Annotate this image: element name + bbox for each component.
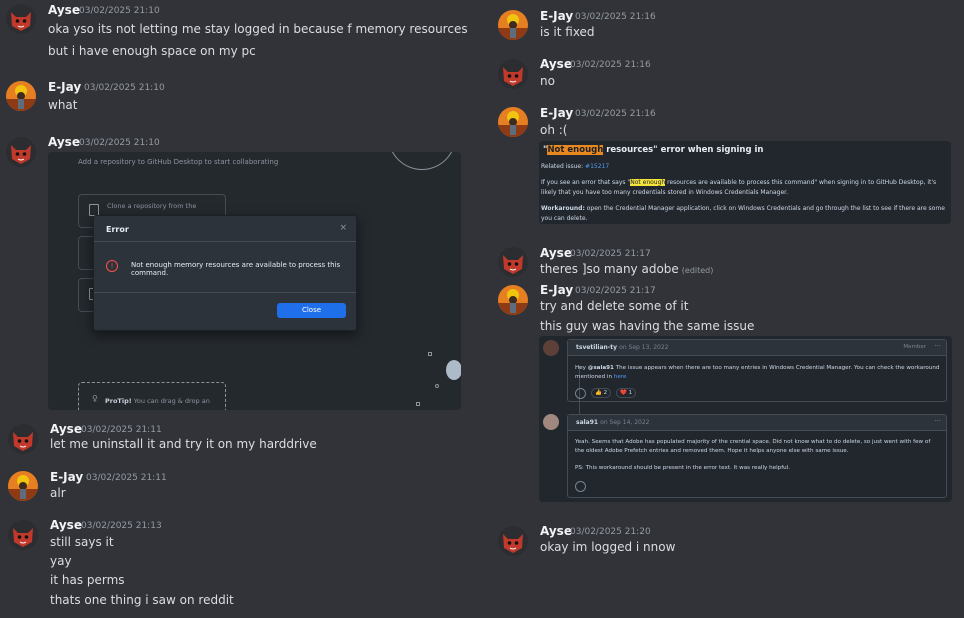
reaction-thumbs-up: 👍 2: [591, 388, 612, 398]
message-text: try and delete some of it: [540, 299, 689, 313]
timestamp: 03/02/2025 21:16: [575, 109, 656, 119]
dialog-close-button: Close: [277, 303, 346, 318]
error-dialog: Error × ! Not enough memory resources ar…: [93, 215, 357, 331]
timestamp: 03/02/2025 21:10: [79, 138, 160, 148]
message-text: alr: [50, 486, 66, 500]
message-text: thats one thing i saw on reddit: [50, 593, 234, 607]
message-text: no: [540, 74, 555, 88]
message-text: oh :(: [540, 123, 568, 137]
comment-author: sala91: [576, 419, 599, 426]
avatar: [543, 414, 559, 430]
avatar[interactable]: [6, 137, 36, 167]
close-icon: ×: [339, 223, 347, 233]
avatar[interactable]: [8, 520, 38, 550]
username[interactable]: Ayse: [540, 524, 572, 538]
username[interactable]: E-Jay: [48, 80, 81, 94]
timestamp: 03/02/2025 21:20: [570, 527, 651, 537]
message-text: it has perms: [50, 573, 125, 587]
username[interactable]: Ayse: [50, 518, 82, 532]
timestamp: 03/02/2025 21:16: [575, 12, 656, 22]
dialog-title: Error: [106, 225, 129, 234]
empty-state-hint: Add a repository to GitHub Desktop to st…: [78, 158, 279, 166]
decorative-square: [416, 402, 420, 406]
doc-title: "Not enough resources" error when signin…: [543, 145, 764, 155]
lightbulb-icon: ♀: [92, 394, 98, 403]
comment-body: Yeah. Seems that Adobe has populated maj…: [575, 439, 931, 454]
avatar[interactable]: [498, 107, 528, 137]
comment-body: Hey @sala91 The issue appears when there…: [575, 365, 940, 380]
username[interactable]: E-Jay: [540, 283, 573, 297]
message-text: let me uninstall it and try it on my har…: [50, 437, 317, 451]
more-icon: ···: [934, 342, 941, 350]
protip-box: ♀ ProTip! You can drag & drop an: [78, 382, 226, 410]
attachment-image-github-issue[interactable]: tsvetilian-ty on Sep 13, 2022 Member ···…: [539, 336, 952, 502]
timestamp: 03/02/2025 21:17: [575, 286, 656, 296]
username[interactable]: Ayse: [540, 246, 572, 260]
decorative-illustration: [388, 152, 456, 170]
message-text: yay: [50, 554, 72, 568]
username[interactable]: E-Jay: [540, 106, 573, 120]
avatar[interactable]: [8, 424, 38, 454]
timestamp: 03/02/2025 21:16: [570, 60, 651, 70]
related-issue: Related issue: #15217: [541, 163, 610, 170]
add-reaction-icon: [575, 388, 586, 399]
edited-label: (edited): [681, 266, 714, 275]
attachment-image-github-desktop[interactable]: Add a repository to GitHub Desktop to st…: [48, 152, 461, 410]
timestamp: 03/02/2025 21:11: [81, 425, 162, 435]
avatar[interactable]: [6, 81, 36, 111]
comment-date: on Sep 14, 2022: [600, 419, 650, 426]
workaround-paragraph: Workaround: open the Credential Manager …: [541, 205, 945, 222]
add-reaction-icon: [575, 481, 586, 492]
message-text: what: [48, 98, 78, 112]
timestamp: 03/02/2025 21:13: [81, 521, 162, 531]
message-text: but i have enough space on my pc: [48, 44, 256, 58]
message-text: is it fixed: [540, 25, 595, 39]
username[interactable]: E-Jay: [540, 9, 573, 23]
issue-comment: sala91 on Sep 14, 2022 ··· Yeah. Seems t…: [567, 414, 947, 498]
timestamp: 03/02/2025 21:10: [79, 6, 160, 16]
comment-author: tsvetilian-ty: [576, 344, 618, 351]
issue-comment: tsvetilian-ty on Sep 13, 2022 Member ···…: [567, 339, 947, 402]
message-text: this guy was having the same issue: [540, 319, 755, 333]
message-text: oka yso its not letting me stay logged i…: [48, 22, 468, 36]
message-text: okay im logged i nnow: [540, 540, 676, 554]
more-icon: ···: [934, 417, 941, 425]
attachment-image-error-doc[interactable]: "Not enough resources" error when signin…: [539, 141, 951, 224]
timestamp: 03/02/2025 21:11: [86, 473, 167, 483]
dialog-message: Not enough memory resources are availabl…: [131, 261, 341, 277]
error-icon: !: [106, 260, 118, 272]
reaction-heart: ❤️ 1: [616, 388, 637, 398]
avatar[interactable]: [498, 59, 528, 89]
protip-text: You can drag & drop an: [131, 397, 210, 405]
avatar[interactable]: [6, 4, 36, 34]
avatar[interactable]: [498, 10, 528, 40]
doc-paragraph: If you see an error that says "Not enoug…: [541, 179, 937, 196]
decorative-dot: [435, 384, 439, 388]
comment-date: on Sep 13, 2022: [619, 344, 669, 351]
timestamp: 03/02/2025 21:17: [570, 249, 651, 259]
avatar[interactable]: [8, 471, 38, 501]
message-text: still says it: [50, 535, 114, 549]
decorative-square: [428, 352, 432, 356]
avatar[interactable]: [498, 526, 528, 556]
divider: [94, 241, 356, 242]
username[interactable]: Ayse: [540, 57, 572, 71]
username[interactable]: Ayse: [48, 3, 80, 17]
username[interactable]: E-Jay: [50, 470, 83, 484]
avatar[interactable]: [498, 247, 528, 277]
comment-body: PS: This workaround should be present in…: [575, 465, 791, 471]
role-badge: Member: [903, 344, 926, 350]
avatar: [543, 340, 559, 356]
username[interactable]: Ayse: [50, 422, 82, 436]
divider: [94, 292, 356, 293]
avatar[interactable]: [498, 285, 528, 315]
username[interactable]: Ayse: [48, 135, 80, 149]
scroll-knob: [446, 360, 461, 380]
protip-label: ProTip!: [105, 397, 132, 405]
timestamp: 03/02/2025 21:10: [84, 83, 165, 93]
message-text: theres ]so many adobe (edited): [540, 262, 714, 276]
